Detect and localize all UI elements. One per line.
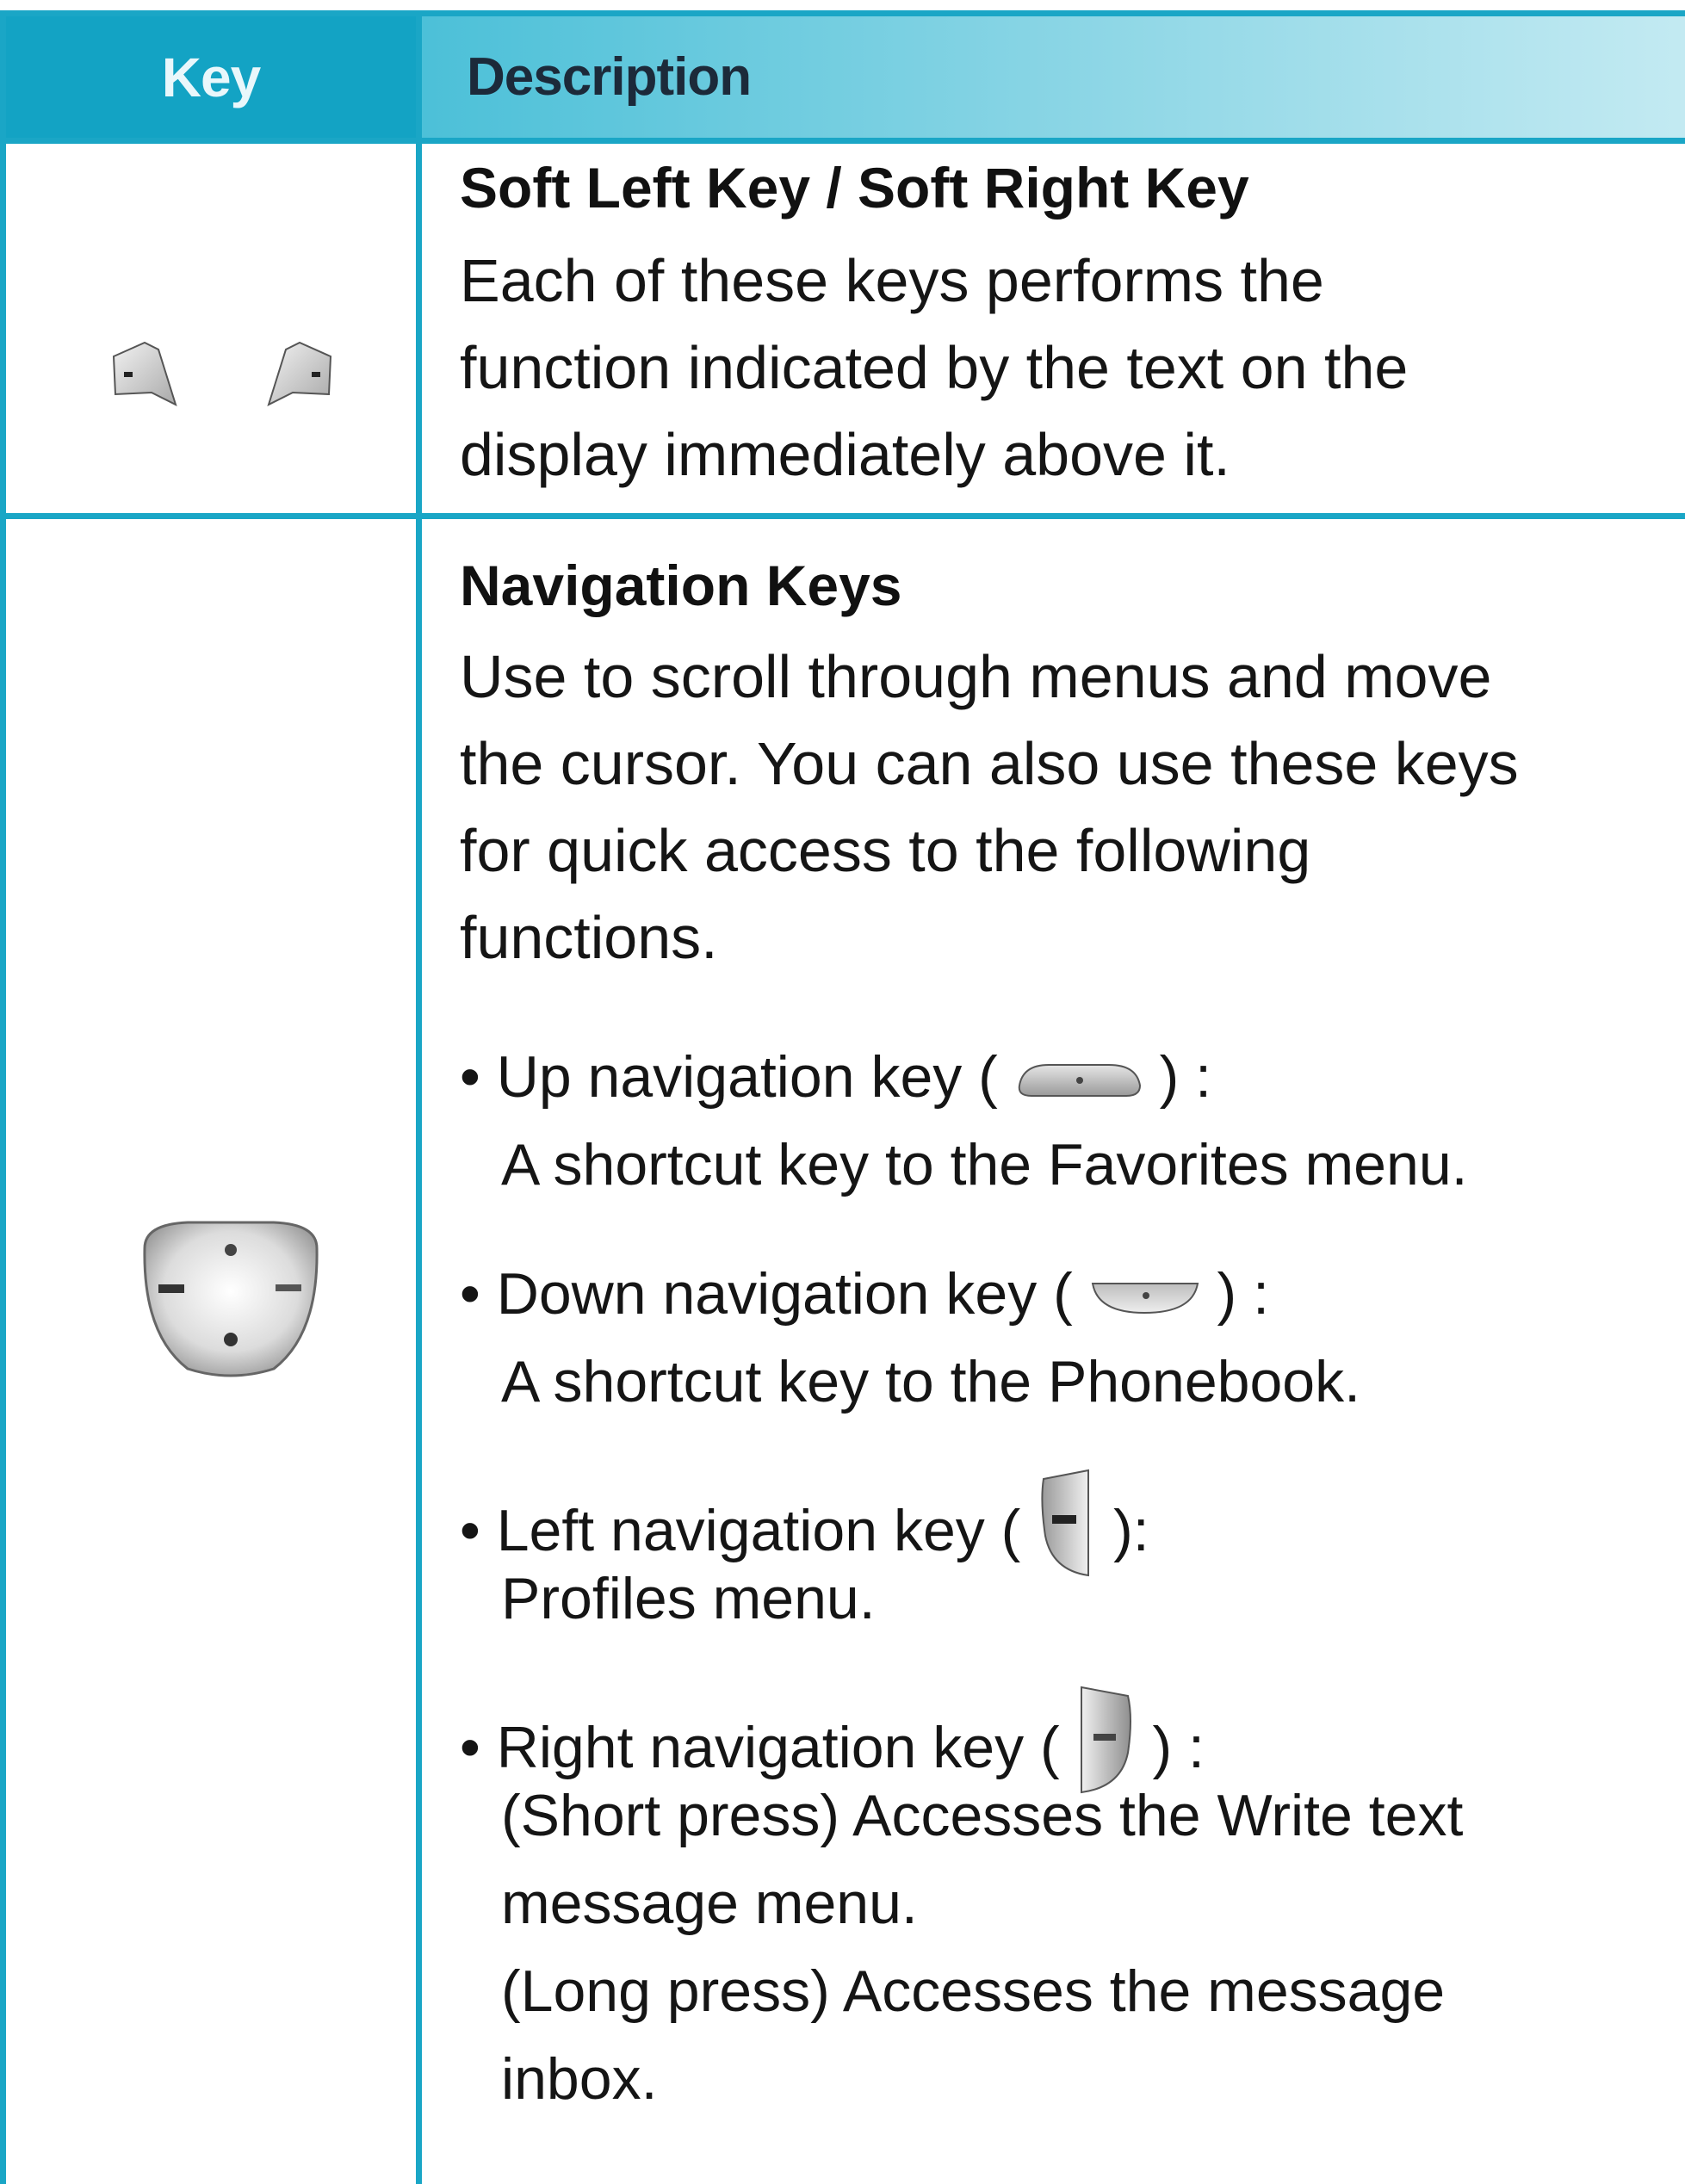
description-line: (Short press) Accesses the Write text xyxy=(501,1783,1464,1848)
description-line: (Long press) Accesses the message xyxy=(501,1958,1446,2024)
table-left-border xyxy=(0,10,6,2184)
description-line: A shortcut key to the Favorites menu. xyxy=(501,1132,1468,1197)
down-navigation-key-item: • Down navigation key ( ) : xyxy=(460,1250,1269,1342)
description-line: message menu. xyxy=(501,1871,918,1936)
header-key-cell: Key xyxy=(6,16,416,138)
header-key-label: Key xyxy=(161,46,261,108)
bullet-dot: • xyxy=(460,1044,480,1110)
up-navigation-key-item: • Up navigation key ( ) : xyxy=(460,1033,1211,1125)
right-navigation-key-description: (Short press) Accesses the Write text me… xyxy=(501,1772,1681,2123)
bullet-label: Up navigation key ( xyxy=(496,1044,998,1110)
bullet-label: Left navigation key ( xyxy=(496,1497,1021,1563)
description-line: Each of these keys performs the xyxy=(460,247,1324,314)
bullet-label-end: ) : xyxy=(1159,1044,1212,1110)
bullet-dot: • xyxy=(460,1714,480,1780)
header-description-cell: Description xyxy=(422,16,1685,138)
bullet-dot: • xyxy=(460,1261,480,1327)
up-navigation-key-icon xyxy=(1014,1037,1143,1125)
bullet-label: Down navigation key ( xyxy=(496,1261,1073,1327)
table-top-border xyxy=(0,10,1685,16)
description-line: functions. xyxy=(460,904,718,971)
header-row-divider xyxy=(0,138,1685,144)
soft-right-key-icon xyxy=(267,341,332,406)
bullet-label-end: ) : xyxy=(1217,1261,1269,1327)
navigation-keys-description: Use to scroll through menus and move the… xyxy=(460,634,1682,981)
soft-left-key-icon xyxy=(112,341,177,406)
header-description-label: Description xyxy=(467,47,752,107)
row-divider xyxy=(0,513,1685,519)
navigation-keys-title: Navigation Keys xyxy=(460,554,902,617)
down-navigation-key-icon xyxy=(1089,1254,1201,1342)
soft-keys-icon xyxy=(110,337,334,419)
description-line: for quick access to the following xyxy=(460,817,1311,884)
up-navigation-key-description: A shortcut key to the Favorites menu. xyxy=(501,1121,1681,1209)
description-line: display immediately above it. xyxy=(460,421,1230,488)
key-description-table: Key Description Soft Left Key / Soft Rig… xyxy=(0,0,1685,2184)
bullet-dot: • xyxy=(460,1497,480,1563)
description-line: the cursor. You can also use these keys xyxy=(460,730,1519,797)
bullet-label: Right navigation key ( xyxy=(496,1714,1060,1780)
description-line: inbox. xyxy=(501,2046,658,2112)
navigation-keys-icon xyxy=(136,1214,325,1390)
bullet-label-end: ) : xyxy=(1152,1714,1205,1780)
bullet-label-end: ): xyxy=(1113,1497,1149,1563)
column-divider xyxy=(416,10,422,2184)
soft-keys-description: Each of these keys performs the function… xyxy=(460,238,1682,498)
left-navigation-key-description: Profiles menu. xyxy=(501,1555,1681,1643)
down-navigation-key-description: A shortcut key to the Phonebook. xyxy=(501,1338,1681,1426)
description-line: Profiles menu. xyxy=(501,1566,876,1631)
soft-keys-title: Soft Left Key / Soft Right Key xyxy=(460,156,1249,220)
description-line: function indicated by the text on the xyxy=(460,334,1409,401)
description-line: A shortcut key to the Phonebook. xyxy=(501,1349,1360,1414)
description-line: Use to scroll through menus and move xyxy=(460,643,1492,710)
